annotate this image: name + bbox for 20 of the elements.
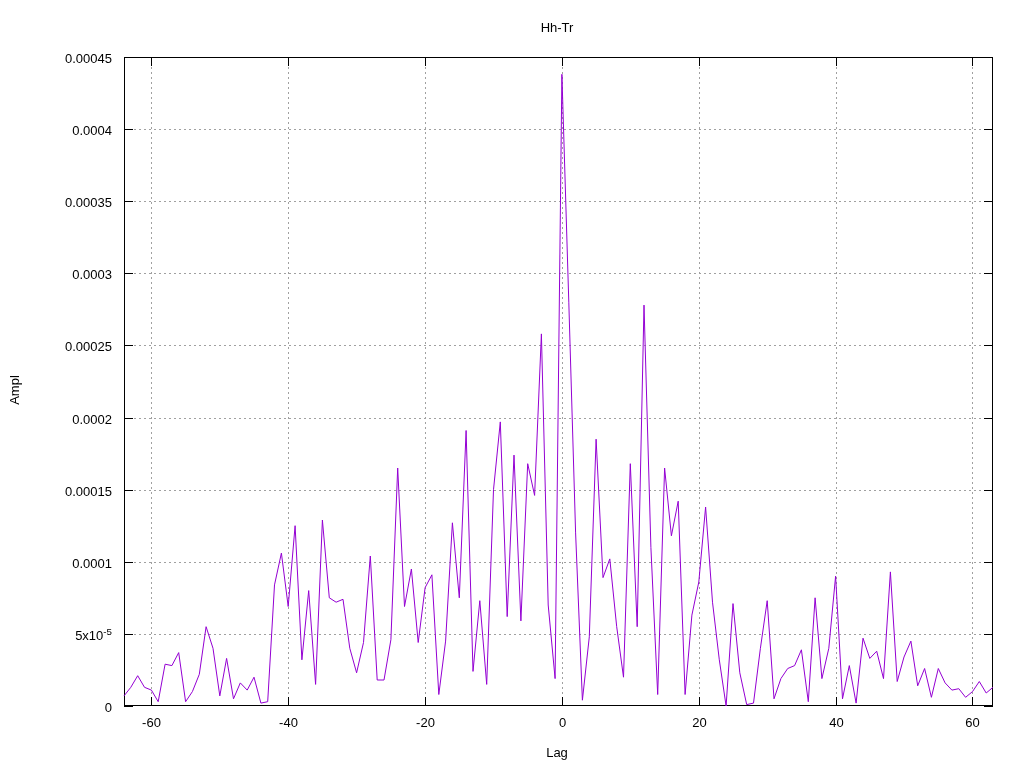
y-tick-label: 0.00045 (65, 51, 112, 64)
y-tick-label: 0 (104, 700, 112, 713)
chart-title: Hh-Tr (540, 21, 574, 34)
y-tick-label: 0.0002 (72, 412, 112, 425)
y-tick-label: 0.0004 (72, 123, 112, 136)
y-tick-label: 5x10$^{-5}$ (75, 628, 112, 641)
x-tick-label: -40 (279, 716, 298, 729)
x-tick-label: 20 (692, 716, 707, 729)
x-tick-label: 0 (558, 716, 567, 729)
y-tick-label: 0.0001 (72, 556, 112, 569)
y-tick-label: 0.00025 (65, 339, 112, 352)
x-tick-label: 40 (829, 716, 844, 729)
y-tick-label: 0.00035 (65, 195, 112, 208)
y-tick-label: 0.00015 (65, 484, 112, 497)
y-tick-label: 0.0003 (72, 267, 112, 280)
y-axis-label: Ampl (7, 375, 21, 405)
x-tick-label: 60 (965, 716, 980, 729)
x-tick-label: -20 (416, 716, 435, 729)
x-axis-label: Lag (546, 746, 568, 759)
x-tick-label: -60 (142, 716, 161, 729)
